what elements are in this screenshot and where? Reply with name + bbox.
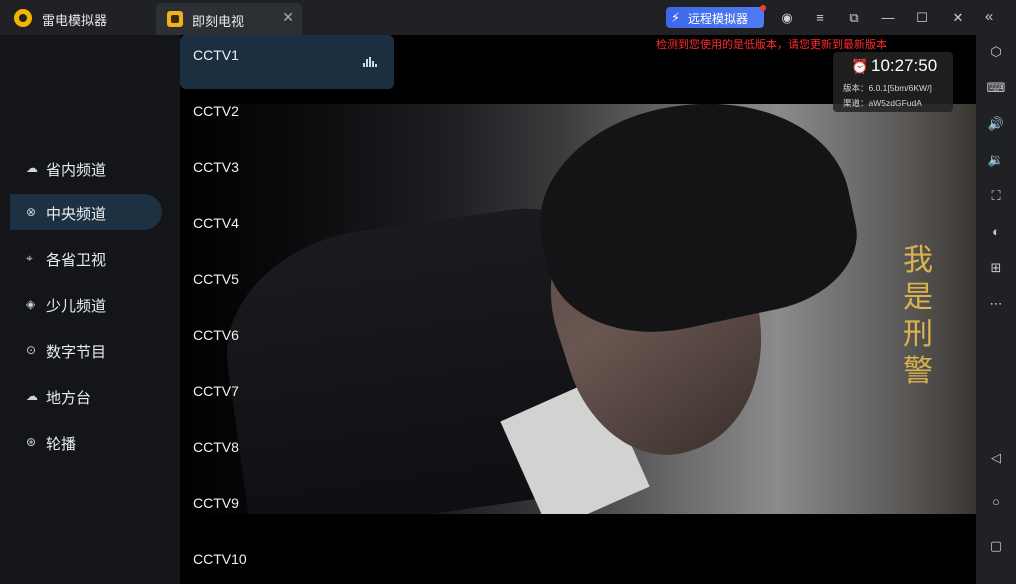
tab-title: 即刻电视 [192, 14, 245, 29]
add-app-icon[interactable]: ⊞ [986, 259, 1006, 277]
screenshot-icon[interactable]: ◐ [986, 223, 1006, 241]
channel-name: CCTV4 [193, 215, 239, 231]
channel-name: CCTV6 [193, 327, 239, 343]
channel-item[interactable]: CCTV4 [180, 203, 394, 257]
app-title: 雷电模拟器 [42, 13, 108, 28]
kids-icon: ◈ [26, 297, 36, 311]
category-kids[interactable]: ◈ 少儿频道 [10, 286, 162, 322]
channel-name: CCTV7 [193, 383, 239, 399]
channel-name: CCTV1 [193, 47, 239, 63]
category-panel: ☁ 省内频道 ⊗ 中央频道 ⌖ 各省卫视 ◈ 少儿频道 ⊙ 数字节目 ☁ 地方台… [0, 35, 180, 584]
recent-apps-icon[interactable]: ▢ [986, 537, 1006, 555]
program-watermark: 我 是 刑 警 [903, 243, 933, 389]
more-options-icon[interactable]: ⋯ [986, 295, 1006, 313]
playing-equalizer-icon [363, 57, 377, 67]
digital-icon: ⊙ [26, 343, 37, 357]
channel-item[interactable]: CCTV5 [180, 259, 394, 313]
channel-name: CCTV5 [193, 271, 239, 287]
lightning-icon: ⚡ [671, 10, 681, 25]
maximize-icon[interactable]: ☐ [913, 9, 931, 27]
volume-down-icon[interactable]: 🔉 [986, 151, 1006, 169]
channel-name: CCTV9 [193, 495, 239, 511]
menu-icon[interactable]: ≡ [811, 9, 829, 27]
cloud-icon: ☁ [26, 389, 38, 403]
central-icon: ⊗ [26, 205, 37, 219]
collapse-sidebar-icon[interactable]: « [985, 8, 993, 25]
cloud-icon: ☁ [26, 161, 38, 175]
category-carousel[interactable]: ⊛ 轮播 [10, 424, 162, 460]
channel-item[interactable]: CCTV2 [180, 91, 394, 145]
channel-item[interactable]: CCTV3 [180, 147, 394, 201]
channel-item[interactable]: CCTV7 [180, 371, 394, 425]
category-label: 省内频道 [46, 162, 107, 179]
channel-name: CCTV3 [193, 159, 239, 175]
remote-emulator-button[interactable]: ⚡ 远程模拟器 [666, 5, 766, 28]
category-label: 轮播 [46, 436, 77, 453]
back-icon[interactable]: ◁ [986, 449, 1006, 467]
account-icon[interactable]: ◉ [778, 9, 796, 27]
channel-item[interactable]: CCTV6 [180, 315, 394, 369]
remote-emulator-label: 远程模拟器 [688, 12, 749, 26]
category-satellite[interactable]: ⌖ 各省卫视 [10, 240, 162, 276]
category-digital[interactable]: ⊙ 数字节目 [10, 332, 162, 368]
tab-jike-tv[interactable]: 即刻电视 ✕ [156, 3, 302, 35]
category-label: 中央频道 [46, 206, 107, 223]
fullscreen-icon[interactable]: ⛶ [986, 187, 1006, 205]
channel-item[interactable]: CCTV8 [180, 427, 394, 481]
update-notice: 检测到您使用的是低版本，请您更新到最新版本 [656, 39, 887, 51]
category-label: 少儿频道 [46, 298, 107, 315]
channel-name: CCTV10 [193, 551, 247, 567]
close-window-icon[interactable]: ✕ [949, 9, 967, 27]
channel-item[interactable]: CCTV1 [180, 35, 394, 89]
category-local[interactable]: ☁ 地方台 [10, 378, 162, 414]
title-bar: 雷电模拟器 即刻电视 ✕ ⚡ 远程模拟器 ◉ ≡ ⧉ — ☐ ✕ « [0, 0, 1016, 35]
channel-name: CCTV2 [193, 103, 239, 119]
channel-name: CCTV8 [193, 439, 239, 455]
category-label: 数字节目 [46, 344, 107, 361]
player-info-box: ⏰ 10:27:50 版本：6.0.1[5bm/6KW/] 渠道：aW5zdGF… [833, 52, 953, 112]
category-label: 各省卫视 [46, 252, 107, 269]
home-icon[interactable]: ○ [986, 493, 1006, 511]
channel-item[interactable]: CCTV10 [180, 539, 394, 584]
channel-item[interactable]: CCTV9 [180, 483, 394, 537]
clock-time: 10:27:50 [871, 56, 938, 75]
channel-list: CCTV1 CCTV2 CCTV3 CCTV4 CCTV5 CCTV6 CCTV… [180, 35, 394, 584]
category-label: 地方台 [46, 390, 92, 407]
carousel-icon: ⊛ [26, 435, 37, 449]
channel-source-text: 渠道：aW5zdGFudA [843, 98, 922, 108]
settings-hex-icon[interactable]: ⬡ [986, 43, 1006, 61]
emulator-toolbar: ⬡ ⌨ 🔊 🔉 ⛶ ◐ ⊞ ⋯ ◁ ○ ▢ [976, 35, 1016, 584]
tab-close-icon[interactable]: ✕ [282, 9, 294, 26]
restore-window-icon[interactable]: ⧉ [845, 9, 863, 27]
category-central[interactable]: ⊗ 中央频道 [10, 194, 162, 230]
ldplayer-logo-icon [14, 9, 32, 27]
keyboard-icon[interactable]: ⌨ [986, 79, 1006, 97]
version-text: 版本：6.0.1[5bm/6KW/] [843, 83, 932, 93]
satellite-icon: ⌖ [26, 251, 33, 265]
jike-tv-app-icon [167, 11, 183, 27]
alarm-clock-icon: ⏰ [851, 58, 869, 74]
volume-up-icon[interactable]: 🔊 [986, 115, 1006, 133]
category-provincial[interactable]: ☁ 省内频道 [10, 150, 162, 186]
notification-dot [760, 5, 766, 11]
minimize-icon[interactable]: — [879, 9, 897, 27]
